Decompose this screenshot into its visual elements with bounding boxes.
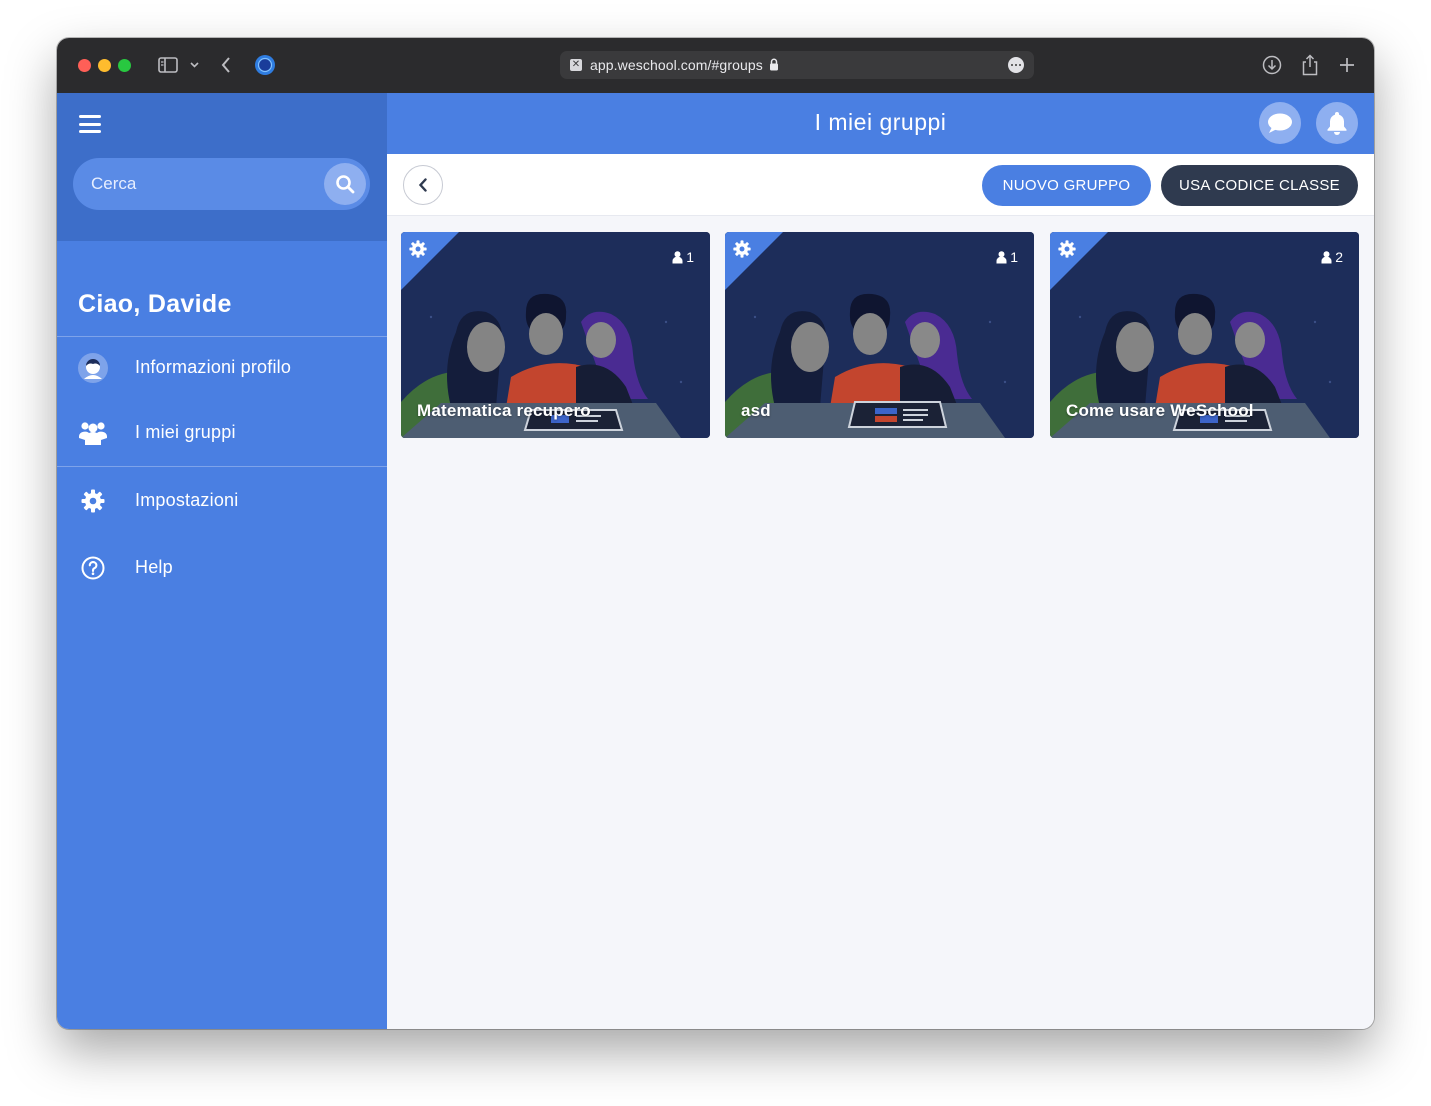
zoom-window-button[interactable] (118, 59, 131, 72)
group-name: asd (741, 401, 771, 420)
member-count: 1 (996, 249, 1018, 265)
lock-icon (769, 58, 779, 76)
member-count-value: 1 (686, 249, 694, 265)
member-count: 1 (672, 249, 694, 265)
user-icon (996, 250, 1007, 263)
group-card[interactable]: 2 Come usare WeSchool (1050, 232, 1359, 438)
group-card[interactable]: 1 asd (725, 232, 1034, 438)
user-icon (672, 250, 683, 263)
download-icon[interactable] (1262, 54, 1282, 76)
close-window-button[interactable] (78, 59, 91, 72)
user-avatar-icon (78, 353, 108, 383)
greeting-text: Ciao, Davide (78, 290, 232, 318)
gear-icon (78, 486, 108, 516)
chat-bubble-icon (1268, 113, 1292, 133)
browser-window: ✕ app.weschool.com/#groups Cerca Ciao, D… (57, 38, 1374, 1029)
share-icon[interactable] (1300, 54, 1320, 76)
back-arrow-icon[interactable] (219, 54, 233, 76)
sidebar: Ciao, Davide Informazioni profilo I miei… (57, 93, 387, 1029)
member-count-value: 2 (1335, 249, 1343, 265)
content-toolbar: NUOVO GRUPPO USA CODICE CLASSE (387, 154, 1374, 216)
hamburger-menu-icon[interactable] (79, 115, 101, 133)
question-circle-icon (78, 553, 108, 583)
url-text: app.weschool.com/#groups (590, 57, 763, 73)
back-button[interactable] (403, 165, 443, 205)
sidebar-divider (57, 336, 387, 337)
user-icon (1321, 250, 1332, 263)
sidebar-item-label: I miei gruppi (135, 422, 236, 442)
new-group-button[interactable]: NUOVO GRUPPO (982, 165, 1151, 206)
groups-grid: 1 Matematica recupero 1 asd 2 Come usare… (387, 217, 1374, 1029)
search-box (73, 158, 370, 210)
gear-icon[interactable] (733, 240, 751, 258)
gear-icon[interactable] (1058, 240, 1076, 258)
sidebar-divider (57, 466, 387, 467)
extension-icon[interactable] (254, 54, 276, 76)
notifications-button[interactable] (1316, 102, 1358, 144)
chat-button[interactable] (1259, 102, 1301, 144)
gear-icon[interactable] (409, 240, 427, 258)
search-button[interactable] (324, 163, 366, 205)
chevron-left-icon (418, 178, 427, 192)
bell-icon (1327, 112, 1347, 135)
page-title: I miei gruppi (814, 109, 947, 135)
new-tab-plus-icon[interactable] (1337, 54, 1357, 76)
users-icon (78, 418, 108, 448)
sidebar-item-settings[interactable]: Impostazioni (57, 476, 387, 526)
search-icon (336, 175, 355, 194)
group-name: Come usare WeSchool (1066, 401, 1254, 420)
chevron-down-icon[interactable] (188, 54, 200, 76)
minimize-window-button[interactable] (98, 59, 111, 72)
more-options-icon[interactable] (1008, 57, 1024, 73)
sidebar-item-help[interactable]: Help (57, 543, 387, 593)
address-bar[interactable]: ✕ app.weschool.com/#groups (560, 51, 1034, 79)
member-count: 2 (1321, 249, 1343, 265)
site-favicon-icon: ✕ (570, 59, 582, 71)
member-count-value: 1 (1010, 249, 1018, 265)
sidebar-item-label: Impostazioni (135, 490, 239, 510)
group-card[interactable]: 1 Matematica recupero (401, 232, 710, 438)
search-input[interactable] (91, 172, 311, 196)
app-header: I miei gruppi (387, 93, 1374, 154)
sidebar-header (57, 93, 387, 241)
group-name: Matematica recupero (417, 401, 591, 420)
use-class-code-button[interactable]: USA CODICE CLASSE (1161, 165, 1358, 206)
browser-titlebar: ✕ app.weschool.com/#groups (57, 38, 1374, 93)
sidebar-toggle-icon[interactable] (157, 54, 179, 76)
sidebar-item-label: Help (135, 557, 173, 577)
sidebar-item-label: Informazioni profilo (135, 357, 292, 377)
sidebar-item-groups[interactable]: I miei gruppi (57, 408, 387, 458)
sidebar-item-profile[interactable]: Informazioni profilo (57, 343, 387, 393)
